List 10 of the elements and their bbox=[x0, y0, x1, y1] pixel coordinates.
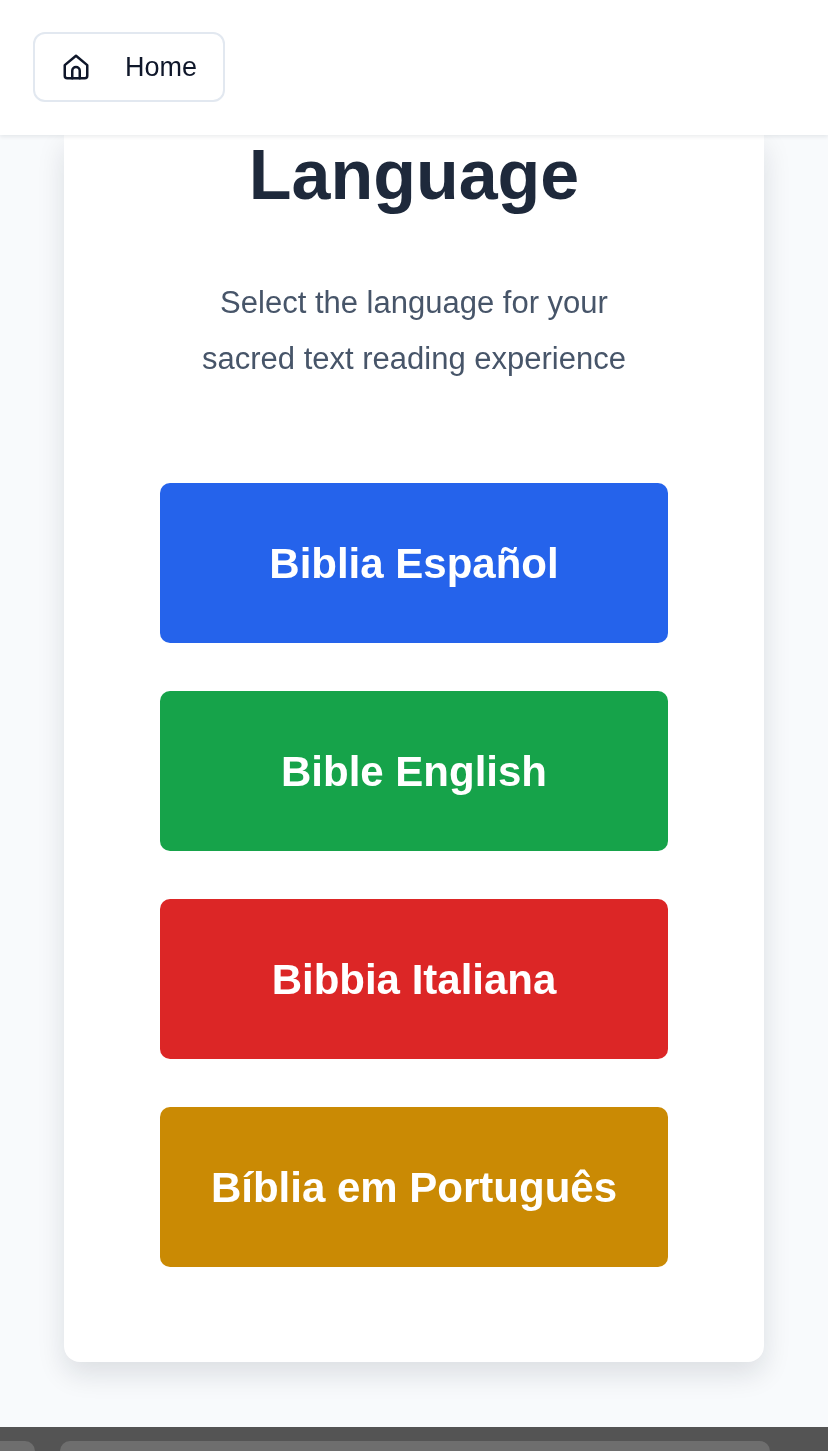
home-button[interactable]: Home bbox=[33, 32, 225, 102]
house-icon bbox=[61, 52, 91, 82]
address-bar-field[interactable] bbox=[60, 1441, 770, 1451]
language-button[interactable]: Bible English bbox=[160, 691, 668, 851]
language-button[interactable]: Bibbia Italiana bbox=[160, 899, 668, 1059]
page-subtitle: Select the language for your sacred text reading experience bbox=[201, 284, 627, 378]
page-title: Language bbox=[248, 135, 580, 215]
language-button[interactable]: Bíblia em Português bbox=[160, 1107, 668, 1267]
toolbar-button[interactable] bbox=[0, 1441, 35, 1451]
language-button[interactable]: Biblia Español bbox=[160, 483, 668, 643]
